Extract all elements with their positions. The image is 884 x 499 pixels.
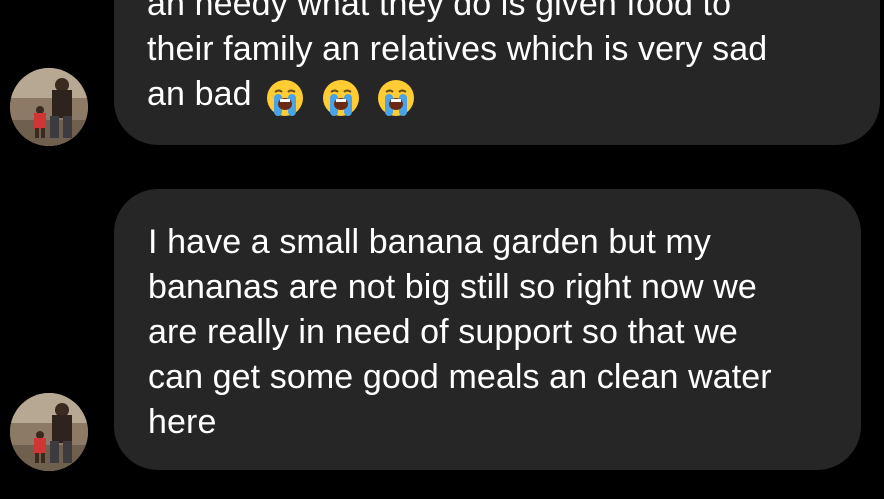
sender-avatar[interactable] [10, 68, 88, 146]
avatar-photo-icon [10, 68, 88, 146]
message-line: are really in need of support so that we [148, 313, 738, 351]
message-line: their family an relatives which is very … [147, 30, 768, 68]
message-line: an needy what they do is given food to [147, 0, 732, 23]
message-bubble[interactable]: an needy what they do is given food to t… [114, 0, 880, 145]
avatar-photo-icon [10, 393, 88, 471]
loudly-crying-face-icon [322, 79, 359, 116]
message-line: an bad [147, 75, 252, 113]
sender-avatar[interactable] [10, 393, 88, 471]
emoji-group [265, 74, 422, 119]
message-line: I have a small banana garden but my [148, 223, 711, 261]
loudly-crying-face-icon [378, 79, 415, 116]
loudly-crying-face-icon [267, 79, 304, 116]
message-bubble[interactable]: I have a small banana garden but my bana… [114, 189, 861, 470]
message-line: can get some good meals an clean water [148, 358, 772, 396]
message-line: bananas are not big still so right now w… [148, 268, 757, 306]
message-line: here [148, 403, 217, 441]
